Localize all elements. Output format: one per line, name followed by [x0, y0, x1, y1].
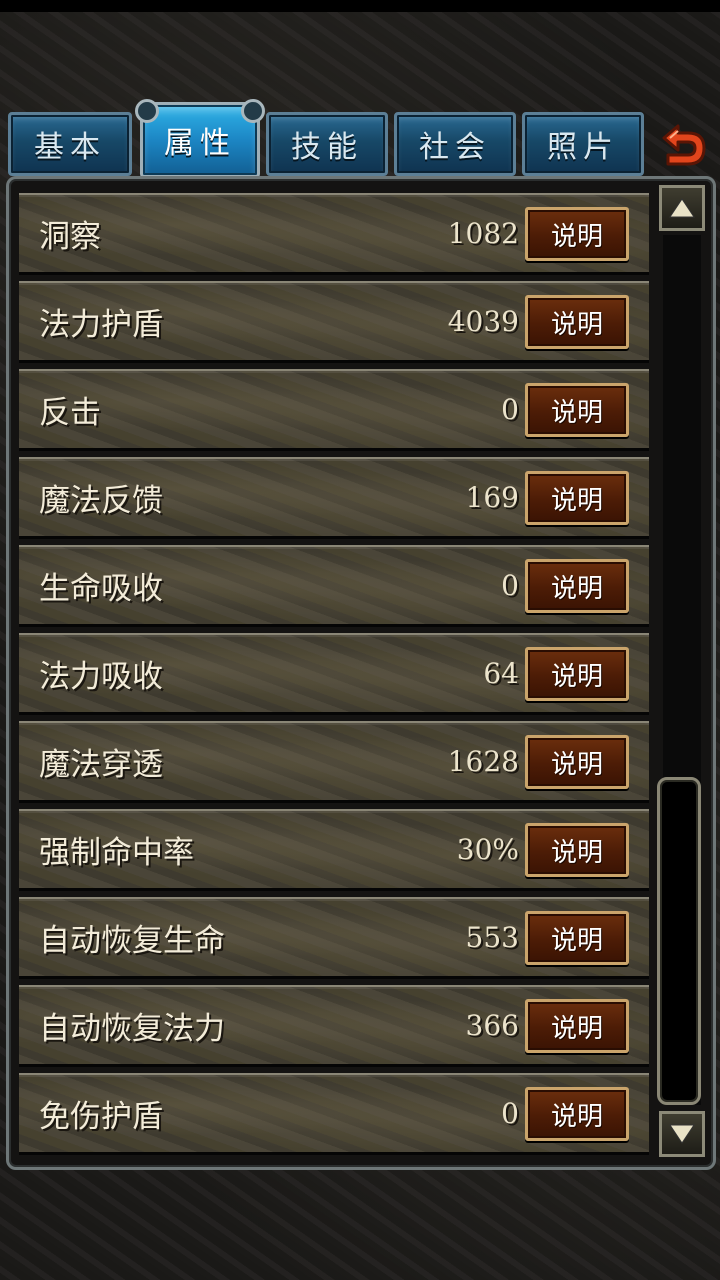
attributes-panel: 洞察 1082 说明 法力护盾 4039 说明 反击 0 说明 魔法反馈 169 说明 生命吸收 0 说明法…: [6, 176, 716, 1170]
attribute-label: 魔法反馈: [39, 482, 163, 519]
status-bar: [0, 0, 720, 12]
attribute-row: 魔法反馈 169 说明: [19, 457, 649, 539]
attribute-value: 0: [501, 1096, 519, 1130]
attribute-row: 强制命中率 30% 说明: [19, 809, 649, 891]
attribute-label: 反击: [39, 394, 101, 431]
attribute-row: 法力吸收 64 说明: [19, 633, 649, 715]
attribute-label: 法力护盾: [39, 306, 163, 343]
triangle-up-icon: [669, 198, 695, 218]
explain-button[interactable]: 说明: [525, 1087, 629, 1141]
explain-button[interactable]: 说明: [525, 471, 629, 525]
triangle-down-icon: [669, 1124, 695, 1144]
attribute-value: 64: [483, 656, 519, 690]
attribute-row: 反击 0 说明: [19, 369, 649, 451]
explain-button[interactable]: 说明: [525, 295, 629, 349]
attribute-value: 4039: [447, 304, 519, 338]
attribute-value: 553: [465, 920, 519, 954]
attribute-value: 1082: [447, 216, 519, 250]
attribute-label: 强制命中率: [39, 834, 194, 871]
attribute-label: 法力吸收: [39, 658, 163, 695]
explain-button[interactable]: 说明: [525, 559, 629, 613]
tab-bar: 基本 属性 技能 社会 照片: [0, 99, 720, 182]
explain-button[interactable]: 说明: [525, 383, 629, 437]
attribute-label: 自动恢复生命: [39, 922, 225, 959]
back-arrow-icon: [662, 124, 706, 166]
tab-photos[interactable]: 照片: [522, 112, 644, 176]
attribute-label: 免伤护盾: [39, 1098, 163, 1135]
attribute-row: 洞察 1082 说明: [19, 193, 649, 275]
attribute-row: 免伤护盾 0 说明: [19, 1073, 649, 1155]
explain-button[interactable]: 说明: [525, 999, 629, 1053]
attribute-row: 魔法穿透 1628 说明: [19, 721, 649, 803]
scroll-up-button[interactable]: [659, 185, 705, 231]
tab-basic[interactable]: 基本: [8, 112, 132, 176]
attribute-label: 生命吸收: [39, 570, 163, 607]
explain-button[interactable]: 说明: [525, 207, 629, 261]
explain-button[interactable]: 说明: [525, 735, 629, 789]
attribute-value: 0: [501, 568, 519, 602]
tab-attributes[interactable]: 属性: [135, 99, 265, 178]
attribute-row: 法力护盾 4039 说明: [19, 281, 649, 363]
scrollbar-thumb[interactable]: [657, 777, 701, 1105]
attribute-value: 30%: [456, 832, 519, 866]
attributes-list[interactable]: 洞察 1082 说明 法力护盾 4039 说明 反击 0 说明 魔法反馈 169 说明 生命吸收 0 说明法…: [19, 193, 649, 1161]
attribute-label: 自动恢复法力: [39, 1010, 225, 1047]
explain-button[interactable]: 说明: [525, 823, 629, 877]
tab-skills[interactable]: 技能: [266, 112, 388, 176]
attributes-screen: 基本 属性 技能 社会 照片 洞察 1082 说明 法力护盾 4039 说明 反击 0 说明 魔法…: [0, 0, 720, 1280]
scroll-down-button[interactable]: [659, 1111, 705, 1157]
attribute-label: 魔法穿透: [39, 746, 163, 783]
back-button[interactable]: [648, 116, 710, 172]
attribute-label: 洞察: [39, 218, 101, 255]
attribute-row: 自动恢复法力 366 说明: [19, 985, 649, 1067]
attribute-value: 169: [465, 480, 519, 514]
tab-social[interactable]: 社会: [394, 112, 516, 176]
attribute-row: 自动恢复生命 553 说明: [19, 897, 649, 979]
attribute-value: 0: [501, 392, 519, 426]
explain-button[interactable]: 说明: [525, 911, 629, 965]
attribute-value: 1628: [447, 744, 519, 778]
attribute-value: 366: [465, 1008, 519, 1042]
explain-button[interactable]: 说明: [525, 647, 629, 701]
attribute-row: 生命吸收 0 说明: [19, 545, 649, 627]
